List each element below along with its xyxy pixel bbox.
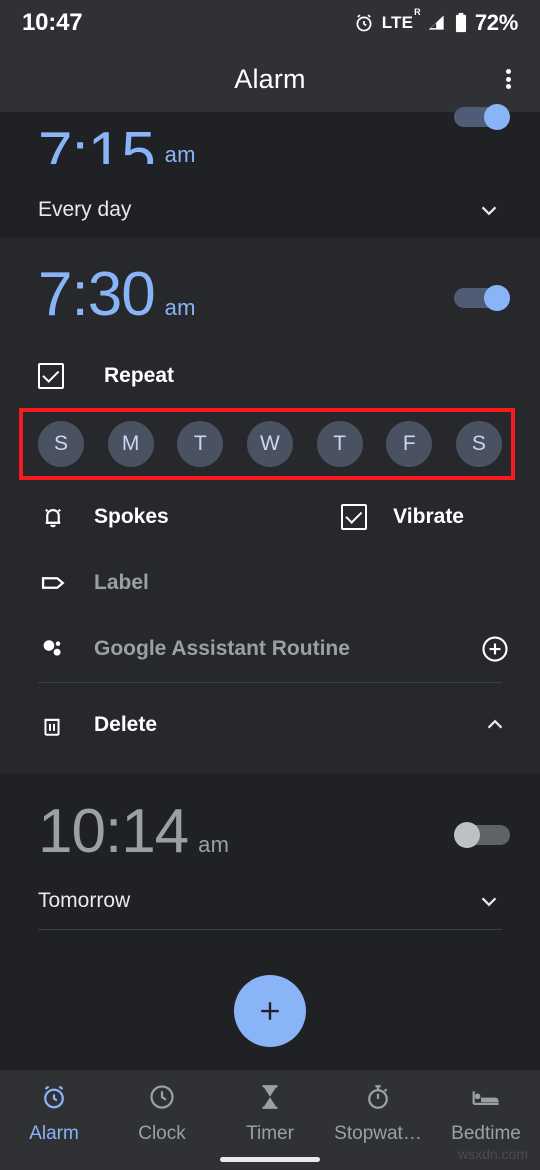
nav-item-timer[interactable]: Timer — [216, 1082, 324, 1145]
day-button-monday[interactable]: M — [107, 421, 154, 467]
delete-row[interactable]: Delete — [0, 683, 540, 767]
day-letter: W — [260, 432, 280, 455]
vibrate-row[interactable]: Vibrate — [341, 504, 464, 530]
nav-label: Stopwat… — [334, 1123, 422, 1144]
alarm-schedule-text: Tomorrow — [38, 889, 131, 912]
repeat-checkbox[interactable] — [38, 363, 64, 389]
home-indicator[interactable] — [220, 1157, 320, 1162]
add-alarm-button[interactable] — [234, 975, 306, 1047]
chevron-down-icon[interactable] — [476, 888, 502, 914]
day-letter: M — [121, 432, 140, 455]
alarm-icon — [353, 12, 375, 34]
alarm-schedule-text: Every day — [38, 198, 132, 221]
overflow-dot — [505, 76, 511, 82]
vibrate-label: Vibrate — [393, 505, 464, 528]
day-letter: T — [193, 432, 207, 455]
nav-item-bedtime[interactable]: Bedtime — [432, 1082, 540, 1145]
overflow-menu-button[interactable] — [476, 46, 540, 112]
delete-label: Delete — [94, 713, 158, 736]
overflow-dot — [505, 83, 511, 89]
day-letter: T — [333, 432, 347, 455]
status-clock: 10:47 — [22, 9, 83, 36]
watermark: wsxdn.com — [457, 1146, 528, 1162]
alarm-item-2[interactable]: 10:14 am Tomorrow — [0, 773, 540, 933]
nav-label: Alarm — [29, 1123, 79, 1144]
alarm-enable-toggle[interactable] — [454, 285, 510, 311]
nav-item-clock[interactable]: Clock — [108, 1082, 216, 1145]
day-selector: S M T W T F S — [38, 418, 502, 470]
toggle-thumb — [454, 822, 480, 848]
nav-label: Clock — [138, 1123, 186, 1144]
alarm-clock-icon — [39, 1082, 69, 1117]
alarm-ampm: am — [164, 295, 196, 320]
alarm-item-1: 7:30 am Repeat S M T W T F S Spokes Vibr… — [0, 238, 540, 773]
bell-icon — [38, 502, 72, 532]
day-button-saturday[interactable]: S — [455, 421, 502, 467]
assistant-routine-label: Google Assistant Routine — [94, 637, 350, 660]
alarm-label-row[interactable]: Label — [0, 550, 540, 616]
hourglass-icon — [255, 1082, 285, 1117]
day-letter: S — [471, 432, 486, 455]
day-button-sunday[interactable]: S — [38, 421, 84, 467]
alarm-time[interactable]: 10:14 — [38, 801, 189, 863]
repeat-row[interactable]: Repeat — [0, 348, 540, 404]
chevron-down-icon[interactable] — [476, 197, 502, 223]
status-bar: 10:47 LTER 72% — [0, 0, 540, 46]
tag-icon — [38, 567, 72, 599]
trash-icon — [38, 711, 72, 739]
nav-label: Timer — [246, 1123, 294, 1144]
overflow-dot — [505, 69, 511, 75]
day-button-tuesday[interactable]: T — [177, 421, 224, 467]
nav-item-alarm[interactable]: Alarm — [0, 1082, 108, 1145]
app-bar: Alarm — [0, 46, 540, 112]
status-indicators: LTER 72% — [353, 7, 518, 36]
bottom-navigation: Alarm Clock Timer Stopwat… Bedtime wsxdn… — [0, 1070, 540, 1170]
alarm-schedule-row[interactable]: Every day — [0, 182, 540, 238]
toggle-thumb — [484, 285, 510, 311]
assistant-routine-row[interactable]: Google Assistant Routine — [0, 616, 540, 682]
vibrate-checkbox[interactable] — [341, 504, 368, 530]
alarm-ampm: am — [198, 832, 230, 857]
google-assistant-icon — [38, 633, 72, 665]
ringtone-row[interactable]: Spokes Vibrate — [0, 484, 540, 550]
toggle-thumb — [484, 104, 510, 130]
nav-item-stopwatch[interactable]: Stopwat… — [324, 1082, 432, 1145]
day-selector-row: S M T W T F S — [0, 404, 540, 484]
clock-icon — [147, 1082, 177, 1117]
alarm-enable-toggle[interactable] — [454, 104, 510, 130]
day-letter: F — [402, 432, 416, 455]
page-title: Alarm — [234, 63, 306, 94]
battery-percent: 72% — [474, 10, 518, 35]
alarm-item-0[interactable]: 7:15 am Every day — [0, 104, 540, 239]
bed-icon — [470, 1082, 502, 1117]
ringtone-label: Spokes — [94, 505, 169, 528]
alarm-label-text: Label — [94, 571, 149, 594]
alarm-time: 7:15 — [38, 120, 156, 165]
alarm-ampm: am — [164, 142, 196, 164]
divider — [38, 929, 502, 930]
nav-label: Bedtime — [451, 1123, 521, 1144]
day-button-thursday[interactable]: T — [316, 421, 363, 467]
alarm-schedule-row[interactable]: Tomorrow — [0, 873, 540, 929]
network-type-label: LTER — [381, 7, 421, 32]
alarm-enable-toggle[interactable] — [454, 822, 510, 848]
add-routine-button[interactable] — [480, 634, 510, 664]
alarm-time[interactable]: 7:30 — [38, 264, 156, 326]
day-letter: S — [53, 432, 68, 455]
day-button-friday[interactable]: F — [386, 421, 433, 467]
repeat-label: Repeat — [104, 364, 175, 387]
phone-screen: 10:47 LTER 72% Alarm 7:15 am Every day 7… — [0, 0, 540, 1170]
battery-icon — [454, 12, 468, 34]
stopwatch-icon — [363, 1082, 393, 1117]
day-button-wednesday[interactable]: W — [246, 421, 293, 467]
signal-icon — [427, 13, 447, 33]
chevron-up-icon[interactable] — [482, 712, 508, 738]
